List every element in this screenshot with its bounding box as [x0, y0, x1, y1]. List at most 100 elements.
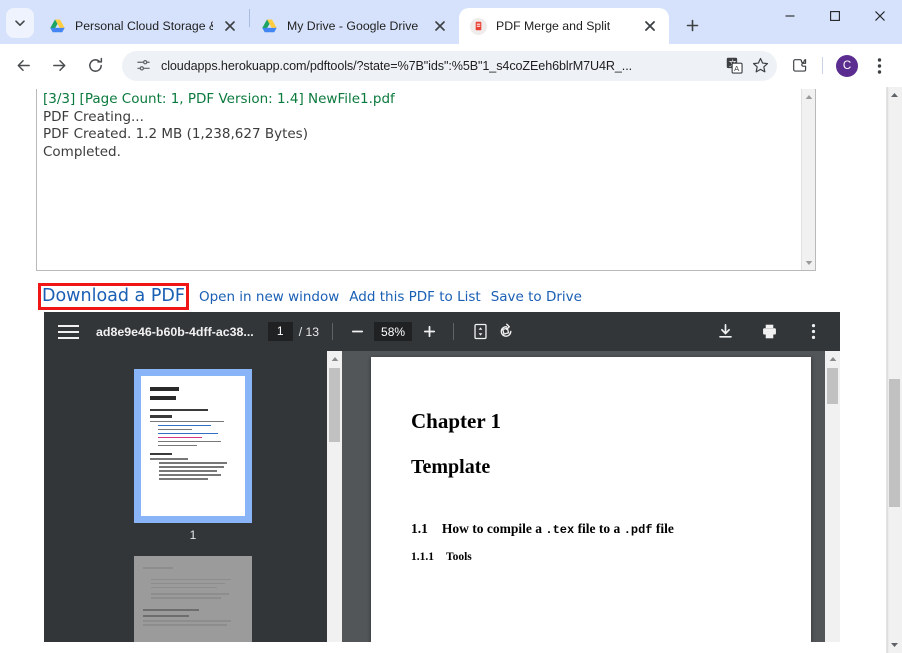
section-mono-tex: .tex: [545, 523, 575, 537]
tab-pdf-merge-and-split[interactable]: PDF Merge and Split: [459, 8, 669, 44]
window-controls: [767, 0, 902, 44]
add-this-pdf-to-list-link[interactable]: Add this PDF to List: [349, 289, 480, 305]
close-icon[interactable]: [429, 15, 451, 37]
print-button[interactable]: [756, 319, 782, 345]
thumbnail-page-2[interactable]: 2: [134, 556, 252, 642]
maximize-button[interactable]: [812, 0, 857, 31]
thumbnail-page-1[interactable]: 1: [134, 369, 252, 542]
download-pdf-highlight: Download a PDF: [38, 283, 189, 310]
section-title-part-c: file: [655, 521, 674, 536]
scroll-up-icon[interactable]: [802, 89, 815, 104]
pdf-viewer: ad8e9e46-b60b-4dff-ac38... 1 / 13 58% 1 …: [44, 312, 840, 642]
back-arrow-icon: [17, 60, 30, 71]
thumbnail-preview: [134, 556, 252, 642]
toolbar-divider: [332, 323, 334, 340]
thumbnail-mini-content: [134, 556, 252, 642]
document-title-heading: Template: [411, 456, 491, 478]
thumbnail-frame: [134, 369, 252, 523]
section-mono-pdf: .pdf: [623, 523, 653, 537]
fit-to-page-button[interactable]: [467, 319, 493, 345]
thumbnail-list: 1: [44, 351, 342, 642]
browser-toolbar: cloudapps.herokuapp.com/pdftools/?state=…: [0, 44, 902, 87]
thumbnail-mini-content: [141, 376, 245, 516]
download-button[interactable]: [712, 319, 738, 345]
profile-initial: C: [836, 54, 858, 77]
extensions-button[interactable]: [785, 51, 815, 81]
tab-personal-cloud-storage[interactable]: Personal Cloud Storage &: [38, 8, 249, 44]
tab-title: PDF Merge and Split: [496, 19, 611, 33]
star-icon[interactable]: [747, 53, 773, 79]
rotate-button[interactable]: [493, 319, 519, 345]
document-subsection-heading: 1.1.1 Tools: [411, 551, 771, 563]
pdf-document-pane[interactable]: Chapter 1 Template 1.1 How to compile a …: [342, 351, 840, 642]
download-icon: [718, 324, 732, 338]
site-settings-icon[interactable]: [134, 57, 152, 75]
minimize-button[interactable]: [767, 0, 812, 31]
pdf-page-scrollbar[interactable]: [825, 351, 840, 642]
thumbnail-page-label: 1: [189, 528, 197, 542]
rotate-icon: [500, 323, 512, 337]
log-line: Completed.: [43, 143, 121, 160]
close-icon: [874, 10, 885, 21]
page-scrollbar[interactable]: [886, 87, 902, 653]
reload-button[interactable]: [80, 51, 110, 81]
more-options-button[interactable]: [800, 319, 826, 345]
scroll-up-icon[interactable]: [327, 351, 342, 366]
scrollbar-thumb[interactable]: [827, 368, 838, 404]
log-scrollbar[interactable]: [801, 89, 815, 270]
close-icon[interactable]: [219, 15, 241, 37]
google-drive-icon: [261, 18, 278, 35]
url-text: cloudapps.herokuapp.com/pdftools/?state=…: [161, 58, 633, 73]
subsection-title: Tools: [446, 551, 472, 563]
scroll-up-icon[interactable]: [825, 351, 840, 366]
hamburger-menu-icon[interactable]: [58, 319, 84, 345]
avatar[interactable]: C: [832, 51, 862, 81]
plus-icon: [686, 19, 698, 31]
zoom-level-display[interactable]: 58%: [374, 322, 413, 341]
close-icon[interactable]: [639, 15, 661, 37]
section-title-part-a: How to compile a: [441, 521, 542, 536]
back-button[interactable]: [8, 51, 38, 81]
scroll-up-icon[interactable]: [887, 87, 902, 103]
page-number-input[interactable]: 1: [267, 322, 293, 341]
thumbnail-scrollbar[interactable]: [327, 351, 342, 642]
open-in-new-window-link[interactable]: Open in new window: [199, 289, 339, 305]
scrollbar-thumb[interactable]: [889, 379, 900, 507]
tab-my-drive[interactable]: My Drive - Google Drive: [250, 8, 459, 44]
new-tab-button[interactable]: [677, 10, 707, 40]
section-title-part-b: file to a: [577, 521, 621, 536]
tab-search-button[interactable]: [6, 8, 34, 38]
document-chapter-heading: Chapter 1: [411, 409, 502, 433]
scrollbar-thumb[interactable]: [329, 368, 340, 442]
pdf-viewer-body: 1 Chapter 1 Template 1.1 How to compile …: [44, 351, 840, 642]
page-total-label: / 13: [298, 324, 320, 339]
section-number: 1.1: [411, 521, 428, 536]
reload-icon: [88, 57, 102, 72]
zoom-in-button[interactable]: [418, 321, 440, 343]
log-line: PDF Created. 1.2 MB (1,238,627 Bytes): [43, 126, 308, 142]
page-viewport: [3/3] [Page Count: 1, PDF Version: 1.4] …: [0, 87, 902, 653]
forward-arrow-icon: [52, 60, 65, 71]
translate-icon[interactable]: 文 A: [721, 53, 747, 79]
save-to-drive-link[interactable]: Save to Drive: [491, 289, 582, 305]
browser-menu-button[interactable]: [864, 51, 894, 81]
pdf-page-1: Chapter 1 Template 1.1 How to compile a …: [371, 357, 811, 642]
scroll-down-icon[interactable]: [802, 255, 815, 270]
scroll-down-icon[interactable]: [887, 637, 902, 653]
web-page: [3/3] [Page Count: 1, PDF Version: 1.4] …: [0, 87, 886, 653]
process-log-output[interactable]: [3/3] [Page Count: 1, PDF Version: 1.4] …: [36, 89, 816, 271]
download-a-pdf-link[interactable]: Download a PDF: [42, 286, 185, 306]
fit-to-page-icon: [473, 323, 487, 340]
minimize-icon: [785, 14, 794, 17]
toolbar-divider: [822, 57, 823, 74]
log-line: [3/3] [Page Count: 1, PDF Version: 1.4] …: [43, 91, 395, 107]
section-title: How to compile a .tex file to a .pdf fil…: [442, 521, 674, 537]
pdf-icon: [470, 17, 487, 35]
close-window-button[interactable]: [857, 0, 902, 31]
browser-window: Personal Cloud Storage & My Drive - Goog…: [0, 0, 902, 653]
subsection-number: 1.1.1: [411, 551, 434, 563]
forward-button[interactable]: [44, 51, 74, 81]
address-bar[interactable]: cloudapps.herokuapp.com/pdftools/?state=…: [122, 50, 777, 81]
zoom-out-button[interactable]: [346, 321, 368, 343]
log-lines: [3/3] [Page Count: 1, PDF Version: 1.4] …: [37, 89, 815, 161]
